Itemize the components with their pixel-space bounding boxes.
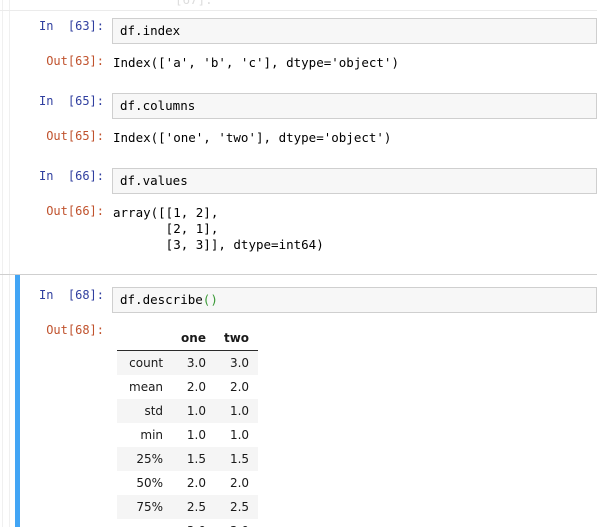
dataframe-row-header: min bbox=[117, 423, 173, 447]
dataframe-row: min 1.0 1.0 bbox=[117, 423, 259, 447]
dataframe-column-header: one bbox=[172, 328, 215, 351]
dataframe-row: 75% 2.5 2.5 bbox=[117, 495, 259, 519]
clipped-previous-cell: [67]: bbox=[0, 0, 597, 11]
text-output: array([[1, 2], [2, 1], [3, 3]], dtype=in… bbox=[113, 205, 324, 252]
dataframe-head: one two bbox=[117, 328, 259, 351]
input-prompt[interactable]: In [66]: bbox=[0, 168, 112, 184]
dataframe-cell: 3.0 bbox=[172, 350, 215, 375]
dataframe-header-row: one two bbox=[117, 328, 259, 351]
notebook-canvas: [67]: In [63]: df.index Out[63]: Index([… bbox=[0, 0, 597, 527]
dataframe-row: mean 2.0 2.0 bbox=[117, 375, 259, 399]
notebook-cell[interactable]: In [66]: df.values Out[66]: array([[1, 2… bbox=[0, 168, 597, 255]
dataframe-column-header: two bbox=[214, 328, 259, 351]
dataframe-cell: 1.5 bbox=[214, 447, 259, 471]
dataframe-cell: 1.0 bbox=[214, 399, 259, 423]
notebook-cell[interactable]: In [63]: df.index Out[63]: Index(['a', '… bbox=[0, 18, 597, 73]
dataframe-cell: 2.0 bbox=[172, 471, 215, 495]
cell-input-row: In [63]: df.index bbox=[0, 18, 597, 44]
code-token-parentheses: () bbox=[202, 292, 218, 307]
cell-output-row: Out[68]: one two count 3.0 3.0 mean 2.0 2.0 std… bbox=[0, 322, 597, 527]
dataframe-cell: 2.5 bbox=[214, 495, 259, 519]
notebook-cell[interactable]: In [65]: df.columns Out[65]: Index(['one… bbox=[0, 93, 597, 148]
dataframe-row-header: 25% bbox=[117, 447, 173, 471]
dataframe-body: count 3.0 3.0 mean 2.0 2.0 std 1.0 1.0 min 1.0 1.0 2… bbox=[117, 350, 259, 527]
cell-selection-bar bbox=[15, 275, 20, 527]
dataframe-row: count 3.0 3.0 bbox=[117, 350, 259, 375]
dataframe-row-header: mean bbox=[117, 375, 173, 399]
text-output: Index(['one', 'two'], dtype='object') bbox=[113, 130, 392, 145]
cell-input-row: In [68]: df.describe() bbox=[0, 287, 597, 313]
input-body: df.index bbox=[112, 18, 597, 44]
input-prompt[interactable]: In [65]: bbox=[0, 93, 112, 109]
dataframe-cell: 2.5 bbox=[172, 495, 215, 519]
dataframe-cell: 1.0 bbox=[172, 423, 215, 447]
dataframe-row-header: count bbox=[117, 350, 173, 375]
input-prompt[interactable]: In [63]: bbox=[0, 18, 112, 34]
output-body: Index(['a', 'b', 'c'], dtype='object') bbox=[112, 53, 597, 73]
dataframe-cell: 2.0 bbox=[214, 471, 259, 495]
dataframe-row-header: std bbox=[117, 399, 173, 423]
dataframe-row: std 1.0 1.0 bbox=[117, 399, 259, 423]
text-output: Index(['a', 'b', 'c'], dtype='object') bbox=[113, 55, 399, 70]
dataframe-row: max3.03.0 bbox=[117, 519, 259, 527]
dataframe-cell: 3.0 bbox=[214, 519, 259, 527]
input-body: df.columns bbox=[112, 93, 597, 119]
output-prompt: Out[65]: bbox=[46, 129, 104, 143]
output-body: Index(['one', 'two'], dtype='object') bbox=[112, 128, 597, 148]
dataframe-cell: 2.0 bbox=[214, 375, 259, 399]
dataframe-corner-cell bbox=[117, 328, 173, 351]
dataframe-cell: 2.0 bbox=[172, 375, 215, 399]
dataframe-row-header: 50% bbox=[117, 471, 173, 495]
cell-output-row: Out[66]: array([[1, 2], [2, 1], [3, 3]],… bbox=[0, 203, 597, 255]
clipped-prompt-fragment: [67]: bbox=[175, 0, 213, 8]
output-body: array([[1, 2], [2, 1], [3, 3]], dtype=in… bbox=[112, 203, 597, 255]
dataframe-row: 50% 2.0 2.0 bbox=[117, 471, 259, 495]
input-body: df.values bbox=[112, 168, 597, 194]
dataframe-cell: 3.0 bbox=[172, 519, 215, 527]
code-input[interactable]: df.describe() bbox=[112, 287, 597, 313]
dataframe-cell: 1.0 bbox=[214, 423, 259, 447]
notebook-cell-selected[interactable]: In [68]: df.describe() Out[68]: onetwo bbox=[0, 274, 597, 527]
output-prompt: Out[66]: bbox=[46, 204, 104, 218]
dataframe-cell: 1.0 bbox=[172, 399, 215, 423]
cell-output-row: Out[63]: Index(['a', 'b', 'c'], dtype='o… bbox=[0, 53, 597, 73]
dataframe-output: one two count 3.0 3.0 mean 2.0 2.0 std 1.0 1.0 min… bbox=[112, 322, 597, 527]
cell-output-row: Out[65]: Index(['one', 'two'], dtype='ob… bbox=[0, 128, 597, 148]
code-input[interactable]: df.index bbox=[112, 18, 597, 44]
code-token-identifier: df.describe bbox=[120, 292, 203, 307]
dataframe-row-header: 75% bbox=[117, 495, 173, 519]
input-body: df.describe() bbox=[112, 287, 597, 313]
cell-input-row: In [65]: df.columns bbox=[0, 93, 597, 119]
cell-input-row: In [66]: df.values bbox=[0, 168, 597, 194]
dataframe-cell: 1.5 bbox=[172, 447, 215, 471]
dataframe-cell: 3.0 bbox=[214, 350, 259, 375]
code-input[interactable]: df.columns bbox=[112, 93, 597, 119]
code-input[interactable]: df.values bbox=[112, 168, 597, 194]
dataframe-table: one two count 3.0 3.0 mean 2.0 2.0 std 1.0 1.0 min… bbox=[117, 328, 259, 527]
dataframe-row: 25% 1.5 1.5 bbox=[117, 447, 259, 471]
output-prompt: Out[63]: bbox=[46, 54, 104, 68]
output-body: one two count 3.0 3.0 mean 2.0 2.0 std 1.0 1.0 min… bbox=[112, 322, 597, 527]
dataframe-row-header: max bbox=[117, 519, 173, 527]
